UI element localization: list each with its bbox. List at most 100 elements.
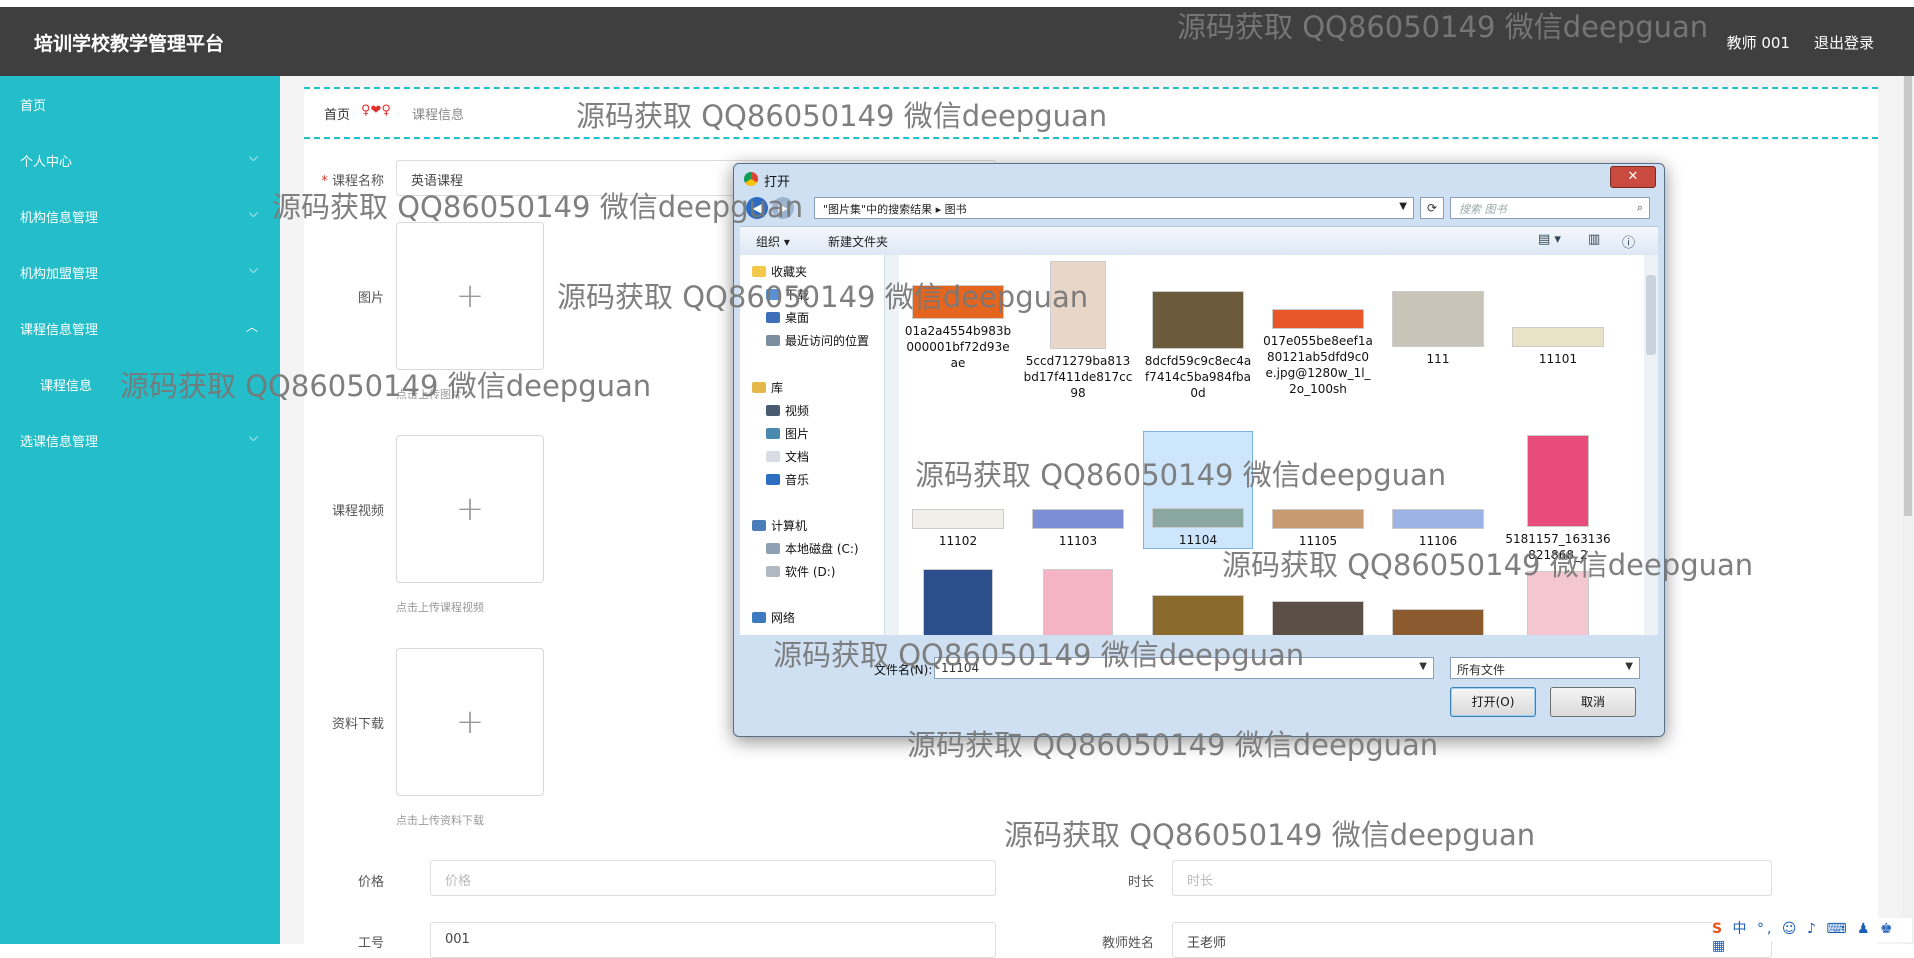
duration-input[interactable]: 时长 <box>1172 860 1772 896</box>
file-thumbnail <box>1527 571 1589 635</box>
file-item[interactable] <box>903 569 1013 635</box>
tree-downloads[interactable]: 下载 <box>766 286 809 303</box>
file-item[interactable] <box>1263 601 1373 635</box>
video-upload-hint: 点击上传课程视频 <box>396 601 484 614</box>
tree-favorites[interactable]: 收藏夹 <box>752 263 807 280</box>
tree-documents[interactable]: 文档 <box>766 448 809 465</box>
preview-pane-icon[interactable]: ▥ <box>1588 232 1600 247</box>
tree-computer[interactable]: 计算机 <box>752 517 807 534</box>
file-item[interactable]: 01a2a4554b983b000001bf72d93eae <box>903 285 1013 371</box>
open-button[interactable]: 打开(O) <box>1450 687 1536 717</box>
sidebar-item-course-info[interactable]: 课程信息 <box>0 356 280 412</box>
address-bar[interactable]: "图片集"中的搜索结果 ▸ 图书 ▼ <box>814 197 1414 219</box>
close-button[interactable]: ✕ <box>1610 166 1656 188</box>
filename-input[interactable]: 11104 ▼ <box>934 657 1434 679</box>
image-label: 图片 <box>357 291 384 306</box>
sidebar-item-org-join[interactable]: 机构加盟管理 ⌵ <box>0 244 280 300</box>
app-title: 培训学校教学管理平台 <box>34 33 225 55</box>
ime-toolbar[interactable]: S 中 °, ☺ ♪ ⌨ ♟ ♚ ▦ <box>1712 918 1912 954</box>
file-item[interactable] <box>1383 609 1493 635</box>
sidebar-item-home[interactable]: 首页 <box>0 76 280 132</box>
back-icon[interactable]: ◀ <box>746 197 768 219</box>
tree-music[interactable]: 音乐 <box>766 471 809 488</box>
file-item[interactable]: 017e055be8eef1a80121ab5dfd9c0e.jpg@1280w… <box>1263 309 1373 397</box>
file-thumbnail <box>1043 569 1113 635</box>
user-name[interactable]: 教师 001 <box>1727 32 1790 53</box>
recent-icon <box>766 335 780 346</box>
filetype-select[interactable]: 所有文件 ▼ <box>1450 657 1640 679</box>
chevron-down-icon: ⌵ <box>248 262 258 276</box>
sidebar-item-selection-manage[interactable]: 选课信息管理 ⌵ <box>0 412 280 468</box>
folder-tree: 收藏夹 下载 桌面 最近访问的位置 库 视频 图片 文档 音乐 计算机 本地磁盘… <box>740 255 886 635</box>
job-no-input[interactable]: 001 <box>430 922 996 958</box>
page-scrollbar[interactable] <box>1902 76 1914 944</box>
file-thumbnail <box>1272 309 1364 329</box>
teacher-input[interactable]: 王老师 <box>1172 922 1772 958</box>
tree-scrollbar[interactable] <box>884 255 899 635</box>
material-upload[interactable]: + <box>396 648 544 796</box>
filename-label: 文件名(N): <box>874 663 933 677</box>
file-thumbnail <box>1050 261 1106 349</box>
chevron-down-icon: ▼ <box>1419 661 1427 672</box>
sidebar-item-profile[interactable]: 个人中心 ⌵ <box>0 132 280 188</box>
chevron-down-icon: ⌵ <box>248 206 258 220</box>
tree-desktop[interactable]: 桌面 <box>766 309 809 326</box>
sidebar-item-org-info[interactable]: 机构信息管理 ⌵ <box>0 188 280 244</box>
file-item[interactable]: 11102 <box>903 509 1013 549</box>
forward-icon[interactable]: ▶ <box>772 197 794 219</box>
file-thumbnail <box>1032 509 1124 529</box>
file-item-selected[interactable]: 11104 <box>1143 431 1253 549</box>
tree-libraries[interactable]: 库 <box>752 379 783 396</box>
video-upload[interactable]: + <box>396 435 544 583</box>
file-item[interactable] <box>1023 569 1133 635</box>
cancel-button[interactable]: 取消 <box>1550 687 1636 717</box>
file-grid: 01a2a4554b983b000001bf72d93eae 5ccd71279… <box>899 255 1644 635</box>
file-thumbnail <box>1152 291 1244 349</box>
help-icon[interactable]: ⓘ <box>1622 232 1635 251</box>
top-bar: 培训学校教学管理平台 教师 001 退出登录 <box>0 7 1914 76</box>
sidebar-item-label: 选课信息管理 <box>20 435 99 450</box>
chevron-down-icon: ▼ <box>1399 201 1407 212</box>
new-folder-button[interactable]: 新建文件夹 <box>828 233 888 250</box>
file-open-dialog: 打开 ✕ ◀ ▶ "图片集"中的搜索结果 ▸ 图书 ▼ ⟳ 搜索 图书 ⌕ 组织 ▾… <box>733 163 1665 737</box>
teacher-label: 教师姓名 <box>1101 936 1154 951</box>
organize-button[interactable]: 组织 ▾ <box>756 233 790 250</box>
user-area: 教师 001 退出登录 <box>1727 32 1874 53</box>
file-item[interactable] <box>1503 571 1613 635</box>
file-item[interactable] <box>1143 595 1253 635</box>
tree-disk-d[interactable]: 软件 (D:) <box>766 563 835 580</box>
video-label: 课程视频 <box>331 504 384 519</box>
file-thumbnail <box>1152 595 1244 635</box>
material-upload-hint: 点击上传资料下载 <box>396 814 484 827</box>
file-item[interactable]: 111 <box>1383 291 1493 367</box>
files-scrollbar[interactable] <box>1644 255 1658 635</box>
scroll-thumb[interactable] <box>1904 76 1912 516</box>
sidebar-item-course-manage[interactable]: 课程信息管理 ︿ <box>0 300 280 356</box>
file-item[interactable]: 11105 <box>1263 509 1373 549</box>
file-item[interactable]: 5181157_163136821868_2 <box>1503 435 1613 563</box>
file-thumbnail <box>1392 509 1484 529</box>
scroll-thumb[interactable] <box>1646 275 1656 355</box>
tree-pictures[interactable]: 图片 <box>766 425 809 442</box>
file-item[interactable]: 5ccd71279ba813bd17f411de817cc98 <box>1023 261 1133 401</box>
file-item[interactable]: 11103 <box>1023 509 1133 549</box>
image-upload[interactable]: + <box>396 222 544 370</box>
file-item[interactable]: 11101 <box>1503 327 1613 367</box>
refresh-icon[interactable]: ⟳ <box>1420 197 1444 219</box>
price-input[interactable]: 价格 <box>430 860 996 896</box>
tree-recent[interactable]: 最近访问的位置 <box>766 332 869 349</box>
logout-link[interactable]: 退出登录 <box>1814 32 1874 53</box>
file-item[interactable]: 8dcfd59c9c8ec4af7414c5ba984fba0d <box>1143 261 1253 401</box>
tree-disk-c[interactable]: 本地磁盘 (C:) <box>766 540 859 557</box>
tree-network[interactable]: 网络 <box>752 609 795 626</box>
desktop-icon <box>766 312 780 323</box>
file-item[interactable]: 11106 <box>1383 509 1493 549</box>
chevron-down-icon: ▼ <box>1625 661 1633 672</box>
search-input[interactable]: 搜索 图书 ⌕ <box>1450 197 1650 219</box>
tree-videos[interactable]: 视频 <box>766 402 809 419</box>
view-menu-icon[interactable]: ▤ ▾ <box>1538 232 1561 247</box>
job-no-label: 工号 <box>357 936 384 951</box>
network-icon <box>752 612 766 623</box>
chevron-down-icon: ⌵ <box>248 430 258 444</box>
breadcrumb-home[interactable]: 首页 <box>324 104 350 123</box>
